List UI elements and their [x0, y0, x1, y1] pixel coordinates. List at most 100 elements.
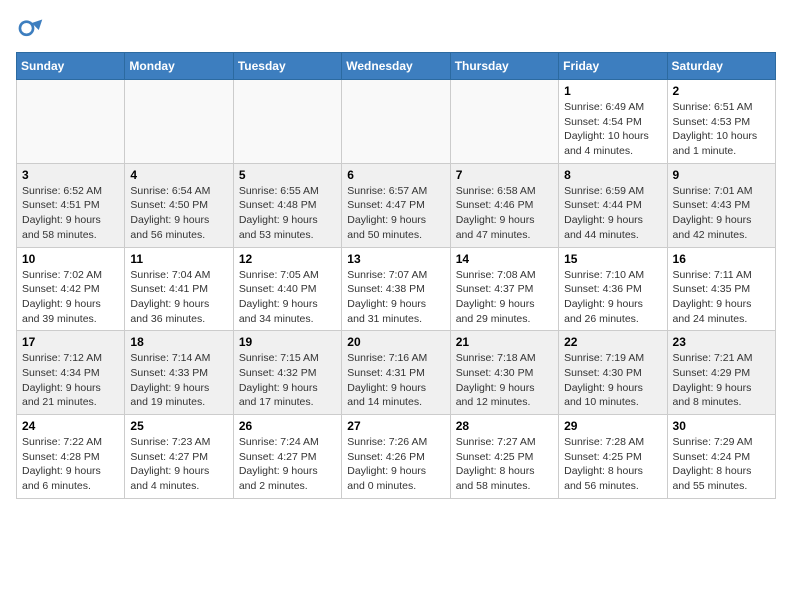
calendar-cell	[450, 80, 558, 164]
logo	[16, 16, 48, 44]
day-info: Sunrise: 6:59 AM Sunset: 4:44 PM Dayligh…	[564, 184, 661, 243]
day-number: 2	[673, 84, 770, 98]
weekday-header-friday: Friday	[559, 53, 667, 80]
day-number: 11	[130, 252, 227, 266]
day-number: 22	[564, 335, 661, 349]
day-number: 19	[239, 335, 336, 349]
calendar-cell: 10Sunrise: 7:02 AM Sunset: 4:42 PM Dayli…	[17, 247, 125, 331]
calendar-cell: 19 Sunrise: 7:15 AM Sunset: 4:32 PM Dayli…	[233, 331, 341, 415]
day-info: Sunrise: 6:49 AM Sunset: 4:54 PM Dayligh…	[564, 100, 661, 159]
weekday-header-sunday: Sunday	[17, 53, 125, 80]
calendar-cell: 16Sunrise: 7:11 AM Sunset: 4:35 PM Dayli…	[667, 247, 775, 331]
day-info: Sunrise: 7:27 AM Sunset: 4:25 PM Dayligh…	[456, 435, 553, 494]
calendar-week-2: 3 Sunrise: 6:52 AM Sunset: 4:51 PM Daylig…	[17, 163, 776, 247]
calendar-cell: 3 Sunrise: 6:52 AM Sunset: 4:51 PM Daylig…	[17, 163, 125, 247]
day-info: Sunrise: 7:10 AM Sunset: 4:36 PM Dayligh…	[564, 268, 661, 327]
calendar-week-1: 1 Sunrise: 6:49 AM Sunset: 4:54 PM Daylig…	[17, 80, 776, 164]
day-number: 5	[239, 168, 336, 182]
day-number: 28	[456, 419, 553, 433]
calendar-cell: 22 Sunrise: 7:19 AM Sunset: 4:30 PM Dayli…	[559, 331, 667, 415]
calendar-cell: 30 Sunrise: 7:29 AM Sunset: 4:24 PM Dayli…	[667, 415, 775, 499]
calendar-cell: 7Sunrise: 6:58 AM Sunset: 4:46 PM Daylig…	[450, 163, 558, 247]
weekday-header-thursday: Thursday	[450, 53, 558, 80]
day-number: 15	[564, 252, 661, 266]
day-number: 17	[22, 335, 119, 349]
day-number: 18	[130, 335, 227, 349]
calendar-cell: 28 Sunrise: 7:27 AM Sunset: 4:25 PM Dayli…	[450, 415, 558, 499]
day-number: 6	[347, 168, 444, 182]
calendar-cell	[17, 80, 125, 164]
day-info: Sunrise: 7:22 AM Sunset: 4:28 PM Dayligh…	[22, 435, 119, 494]
calendar-week-5: 24 Sunrise: 7:22 AM Sunset: 4:28 PM Dayli…	[17, 415, 776, 499]
calendar-cell: 8Sunrise: 6:59 AM Sunset: 4:44 PM Daylig…	[559, 163, 667, 247]
day-info: Sunrise: 7:01 AM Sunset: 4:43 PM Dayligh…	[673, 184, 770, 243]
day-number: 7	[456, 168, 553, 182]
weekday-header-tuesday: Tuesday	[233, 53, 341, 80]
calendar-cell: 5 Sunrise: 6:55 AM Sunset: 4:48 PM Daylig…	[233, 163, 341, 247]
weekday-header-saturday: Saturday	[667, 53, 775, 80]
day-number: 21	[456, 335, 553, 349]
calendar-cell: 6 Sunrise: 6:57 AM Sunset: 4:47 PM Daylig…	[342, 163, 450, 247]
day-number: 3	[22, 168, 119, 182]
calendar-cell: 21 Sunrise: 7:18 AM Sunset: 4:30 PM Dayli…	[450, 331, 558, 415]
logo-icon	[16, 16, 44, 44]
calendar-cell: 14 Sunrise: 7:08 AM Sunset: 4:37 PM Dayli…	[450, 247, 558, 331]
day-info: Sunrise: 7:14 AM Sunset: 4:33 PM Dayligh…	[130, 351, 227, 410]
calendar-cell: 23Sunrise: 7:21 AM Sunset: 4:29 PM Dayli…	[667, 331, 775, 415]
calendar-cell: 4 Sunrise: 6:54 AM Sunset: 4:50 PM Daylig…	[125, 163, 233, 247]
calendar-cell: 26 Sunrise: 7:24 AM Sunset: 4:27 PM Dayli…	[233, 415, 341, 499]
weekday-header-monday: Monday	[125, 53, 233, 80]
calendar-cell: 20 Sunrise: 7:16 AM Sunset: 4:31 PM Dayli…	[342, 331, 450, 415]
day-info: Sunrise: 7:15 AM Sunset: 4:32 PM Dayligh…	[239, 351, 336, 410]
calendar-cell: 1 Sunrise: 6:49 AM Sunset: 4:54 PM Daylig…	[559, 80, 667, 164]
day-number: 27	[347, 419, 444, 433]
day-number: 4	[130, 168, 227, 182]
day-info: Sunrise: 7:11 AM Sunset: 4:35 PM Dayligh…	[673, 268, 770, 327]
day-info: Sunrise: 6:52 AM Sunset: 4:51 PM Dayligh…	[22, 184, 119, 243]
calendar-cell	[125, 80, 233, 164]
day-info: Sunrise: 7:05 AM Sunset: 4:40 PM Dayligh…	[239, 268, 336, 327]
day-info: Sunrise: 7:16 AM Sunset: 4:31 PM Dayligh…	[347, 351, 444, 410]
day-number: 24	[22, 419, 119, 433]
day-info: Sunrise: 7:24 AM Sunset: 4:27 PM Dayligh…	[239, 435, 336, 494]
day-number: 25	[130, 419, 227, 433]
calendar-cell: 27Sunrise: 7:26 AM Sunset: 4:26 PM Dayli…	[342, 415, 450, 499]
day-info: Sunrise: 6:51 AM Sunset: 4:53 PM Dayligh…	[673, 100, 770, 159]
day-number: 12	[239, 252, 336, 266]
day-number: 1	[564, 84, 661, 98]
day-info: Sunrise: 7:29 AM Sunset: 4:24 PM Dayligh…	[673, 435, 770, 494]
calendar-cell: 18 Sunrise: 7:14 AM Sunset: 4:33 PM Dayli…	[125, 331, 233, 415]
day-info: Sunrise: 6:57 AM Sunset: 4:47 PM Dayligh…	[347, 184, 444, 243]
calendar-week-4: 17 Sunrise: 7:12 AM Sunset: 4:34 PM Dayli…	[17, 331, 776, 415]
calendar-cell: 25 Sunrise: 7:23 AM Sunset: 4:27 PM Dayli…	[125, 415, 233, 499]
day-info: Sunrise: 7:12 AM Sunset: 4:34 PM Dayligh…	[22, 351, 119, 410]
day-number: 26	[239, 419, 336, 433]
calendar-week-3: 10Sunrise: 7:02 AM Sunset: 4:42 PM Dayli…	[17, 247, 776, 331]
calendar-cell: 12 Sunrise: 7:05 AM Sunset: 4:40 PM Dayli…	[233, 247, 341, 331]
day-info: Sunrise: 7:23 AM Sunset: 4:27 PM Dayligh…	[130, 435, 227, 494]
calendar-cell: 24 Sunrise: 7:22 AM Sunset: 4:28 PM Dayli…	[17, 415, 125, 499]
day-info: Sunrise: 7:18 AM Sunset: 4:30 PM Dayligh…	[456, 351, 553, 410]
day-number: 9	[673, 168, 770, 182]
day-number: 29	[564, 419, 661, 433]
day-info: Sunrise: 7:07 AM Sunset: 4:38 PM Dayligh…	[347, 268, 444, 327]
day-info: Sunrise: 7:19 AM Sunset: 4:30 PM Dayligh…	[564, 351, 661, 410]
day-number: 10	[22, 252, 119, 266]
day-info: Sunrise: 6:55 AM Sunset: 4:48 PM Dayligh…	[239, 184, 336, 243]
day-info: Sunrise: 6:54 AM Sunset: 4:50 PM Dayligh…	[130, 184, 227, 243]
day-number: 13	[347, 252, 444, 266]
calendar-table: SundayMondayTuesdayWednesdayThursdayFrid…	[16, 52, 776, 499]
calendar-cell	[233, 80, 341, 164]
page-header	[16, 16, 776, 44]
day-number: 14	[456, 252, 553, 266]
calendar-cell: 9 Sunrise: 7:01 AM Sunset: 4:43 PM Daylig…	[667, 163, 775, 247]
day-info: Sunrise: 7:28 AM Sunset: 4:25 PM Dayligh…	[564, 435, 661, 494]
day-info: Sunrise: 7:04 AM Sunset: 4:41 PM Dayligh…	[130, 268, 227, 327]
calendar-cell: 29 Sunrise: 7:28 AM Sunset: 4:25 PM Dayli…	[559, 415, 667, 499]
weekday-header-wednesday: Wednesday	[342, 53, 450, 80]
calendar-cell: 15 Sunrise: 7:10 AM Sunset: 4:36 PM Dayli…	[559, 247, 667, 331]
day-info: Sunrise: 7:08 AM Sunset: 4:37 PM Dayligh…	[456, 268, 553, 327]
day-number: 20	[347, 335, 444, 349]
day-number: 30	[673, 419, 770, 433]
calendar-header-row: SundayMondayTuesdayWednesdayThursdayFrid…	[17, 53, 776, 80]
